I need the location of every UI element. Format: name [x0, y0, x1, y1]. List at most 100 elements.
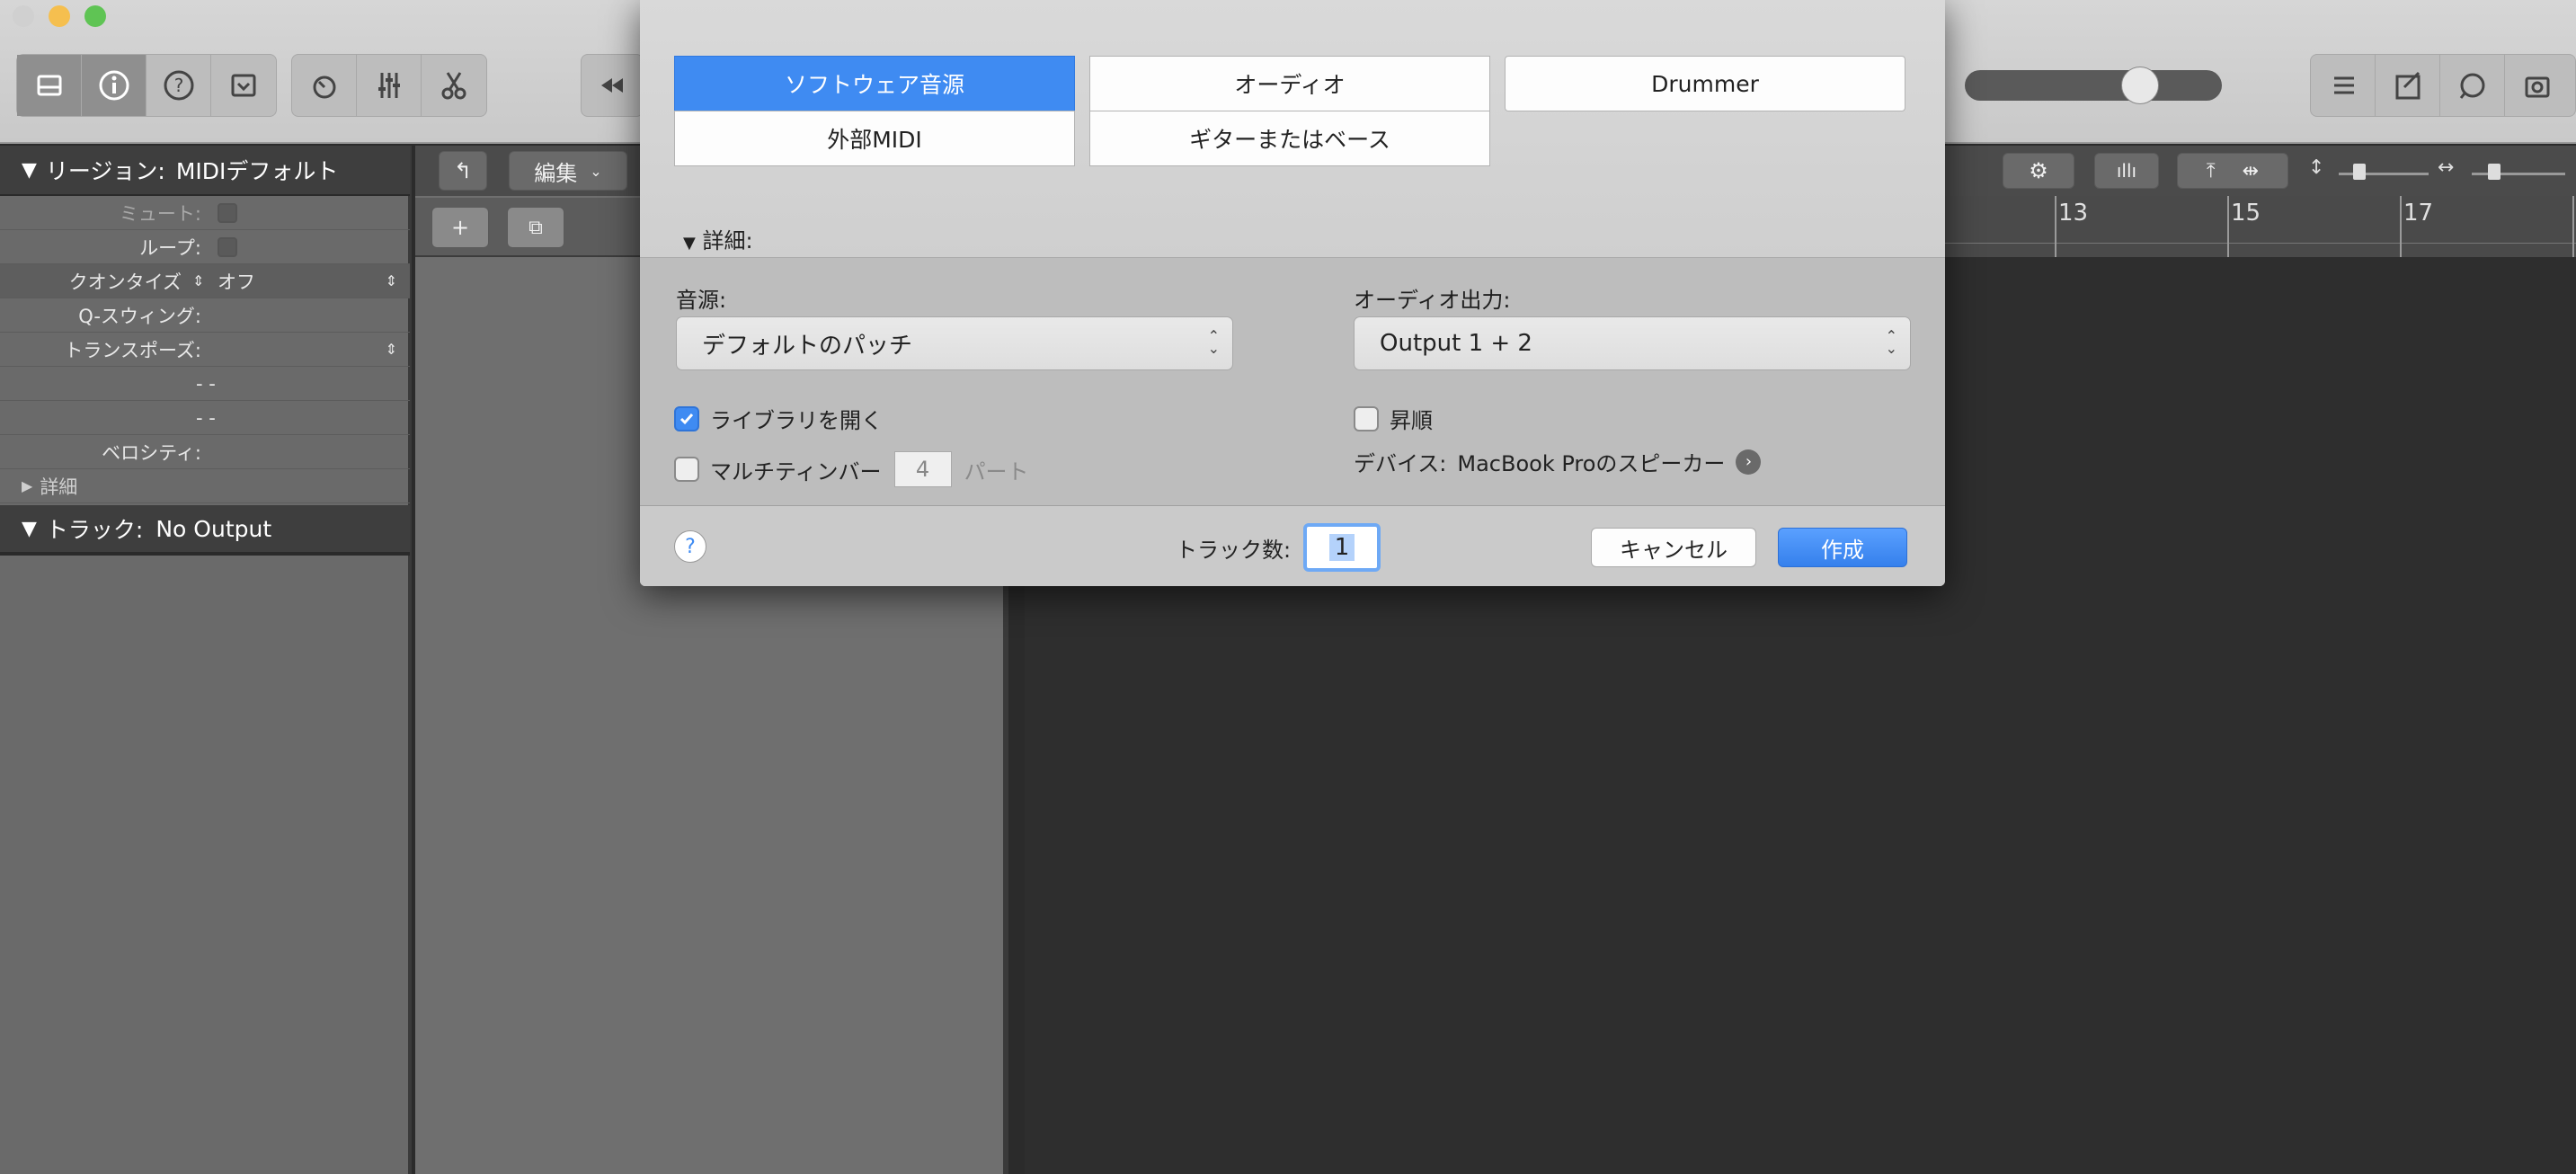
horizontal-zoom-thumb[interactable] [2488, 164, 2500, 180]
fit-horizontal-icon: ⇹ [2242, 159, 2260, 182]
master-volume-slider[interactable] [1965, 67, 2222, 104]
device-value: MacBook Proのスピーカー [1457, 451, 1726, 476]
quantize-row[interactable]: クオンタイズ ⇕ オフ ⇕ [0, 264, 410, 298]
source-value: デフォルトのパッチ [702, 332, 913, 360]
window-minimize-button[interactable] [49, 5, 70, 27]
region-inspector-header[interactable]: ▼ リージョン: MIDIデフォルト [0, 146, 410, 196]
duplicate-icon: ⧉ [529, 216, 543, 239]
region-header-label: リージョン: [45, 158, 165, 184]
window-zoom-button[interactable] [84, 5, 106, 27]
inspector-panel: ▼ リージョン: MIDIデフォルト ミュート: ループ: クオンタイズ ⇕ オ… [0, 146, 412, 1174]
volume-knob[interactable] [2121, 67, 2159, 104]
mute-checkbox[interactable] [218, 202, 237, 223]
ascending-checkbox[interactable] [1354, 405, 1379, 431]
quick-help-button[interactable]: ? [147, 55, 211, 116]
window-close-button[interactable] [13, 5, 34, 27]
new-track-dialog: ソフトウェア音源 外部MIDI オーディオ ギターまたはベース Drummer … [640, 0, 1945, 586]
track-count-label: トラック数: [1176, 538, 1292, 563]
transpose-row[interactable]: トランスポーズ: ⇕ [0, 333, 410, 367]
open-library-option[interactable]: ライブラリを開く [674, 403, 883, 434]
waveform-zoom-button[interactable]: ıllı [2094, 153, 2159, 189]
back-arrow-icon: ↰ [453, 158, 473, 183]
editor-toggle-group [291, 54, 487, 117]
help-button[interactable]: ? [674, 530, 706, 563]
source-popup[interactable]: デフォルトのパッチ ⌃ ⌄ [676, 316, 1233, 370]
right-toolbar-group [2310, 54, 2576, 117]
audio-button[interactable]: オーディオ [1089, 56, 1490, 111]
fit-buttons[interactable]: ⤒ ⇹ [2177, 153, 2288, 189]
question-icon: ? [164, 70, 193, 101]
delay-row: - - [0, 401, 410, 435]
multitimbral-option[interactable]: マルチティンバー 4 パート [674, 451, 1029, 487]
knob-icon [313, 76, 335, 99]
parts-count-field[interactable]: 4 [893, 451, 952, 487]
vertical-zoom-slider[interactable]: ↕ [2308, 153, 2434, 189]
loop-checkbox[interactable] [218, 236, 237, 257]
multitimbral-checkbox[interactable] [674, 457, 699, 482]
mute-row: ミュート: [0, 196, 410, 230]
ruler-mark: 15 [2231, 200, 2261, 227]
ruler-mark: 13 [2058, 200, 2089, 227]
editors-button[interactable] [422, 55, 486, 116]
software-instrument-button[interactable]: ソフトウェア音源 [674, 56, 1075, 111]
vertical-zoom-thumb[interactable] [2353, 164, 2366, 180]
chevron-down-icon: ⌄ [590, 162, 602, 180]
parts-label: パート [964, 458, 1029, 485]
library-button[interactable] [17, 55, 82, 116]
list-icon [2333, 76, 2354, 94]
audio-output-popup[interactable]: Output 1 + 2 ⌃ ⌄ [1354, 316, 1911, 370]
inspector-button[interactable] [82, 55, 147, 116]
horizontal-zoom-slider[interactable]: ↔ [2438, 153, 2572, 189]
track-inspector-header[interactable]: ▼ トラック: No Output [0, 505, 410, 556]
chevron-right-icon: › [1745, 452, 1753, 471]
audio-output-label: オーディオ出力: [1354, 288, 1511, 313]
disclosure-open-icon: ▼ [683, 234, 696, 253]
rewind-button[interactable] [581, 54, 644, 117]
fit-vertical-icon: ⤒ [2206, 159, 2216, 182]
library-icon [37, 75, 61, 96]
source-label: 音源: [676, 288, 727, 313]
loop-browser-button[interactable] [2440, 55, 2505, 116]
edit-menu-button[interactable]: 編集 ⌄ [509, 151, 627, 191]
external-midi-label: 外部MIDI [827, 127, 922, 153]
quantize-popup-icon: ⇕ [385, 272, 397, 289]
add-track-button[interactable]: + [431, 207, 489, 248]
region-header-value: MIDIデフォルト [175, 158, 339, 184]
external-midi-button[interactable]: 外部MIDI [674, 111, 1075, 166]
track-count-value: 1 [1328, 534, 1355, 561]
open-library-checkbox[interactable] [674, 405, 699, 431]
ruler-mark: 17 [2403, 200, 2434, 227]
duplicate-track-button[interactable]: ⧉ [507, 207, 564, 248]
view-toggle-group: ? [16, 54, 277, 117]
device-details-button[interactable]: › [1736, 449, 1762, 475]
guitar-bass-button[interactable]: ギターまたはベース [1089, 111, 1490, 166]
details-disclosure[interactable]: ▼ 詳細: [683, 223, 753, 254]
smart-controls-button[interactable] [292, 55, 357, 116]
track-count-field[interactable]: 1 [1303, 523, 1381, 572]
drummer-button[interactable]: Drummer [1505, 56, 1905, 111]
list-editors-button[interactable] [2311, 55, 2376, 116]
browsers-button[interactable] [2505, 55, 2570, 116]
note-pads-button[interactable] [2376, 55, 2440, 116]
loop-row: ループ: [0, 230, 410, 264]
bar-ruler[interactable]: 13 15 17 [1945, 196, 2576, 259]
ascending-label: 昇順 [1390, 408, 1433, 433]
vertical-zoom-icon: ↕ [2308, 156, 2325, 179]
loop-label: ループ: [139, 236, 201, 259]
quantize-label: クオンタイズ [68, 271, 182, 293]
cancel-button[interactable]: キャンセル [1591, 528, 1756, 567]
create-button[interactable]: 作成 [1778, 528, 1907, 567]
mixer-button[interactable] [357, 55, 422, 116]
quantize-stepper-icon: ⇕ [192, 272, 205, 289]
software-instrument-label: ソフトウェア音源 [784, 72, 964, 98]
tracks-view-controls: ⚙ ıllı ⤒ ⇹ ↕ ↔ [1945, 146, 2576, 196]
popup-arrows-icon: ⌃ ⌄ [1207, 327, 1220, 357]
edit-menu-label: 編集 [534, 160, 578, 186]
back-button[interactable]: ↰ [439, 151, 487, 191]
multitimbral-label: マルチティンバー [710, 458, 882, 485]
plus-icon: + [450, 215, 470, 240]
toolbar-button[interactable] [211, 55, 276, 116]
ascending-option[interactable]: 昇順 [1354, 403, 1433, 434]
more-details-row[interactable]: ▶ 詳細 [0, 469, 410, 503]
snap-settings-button[interactable]: ⚙ [2003, 153, 2074, 189]
